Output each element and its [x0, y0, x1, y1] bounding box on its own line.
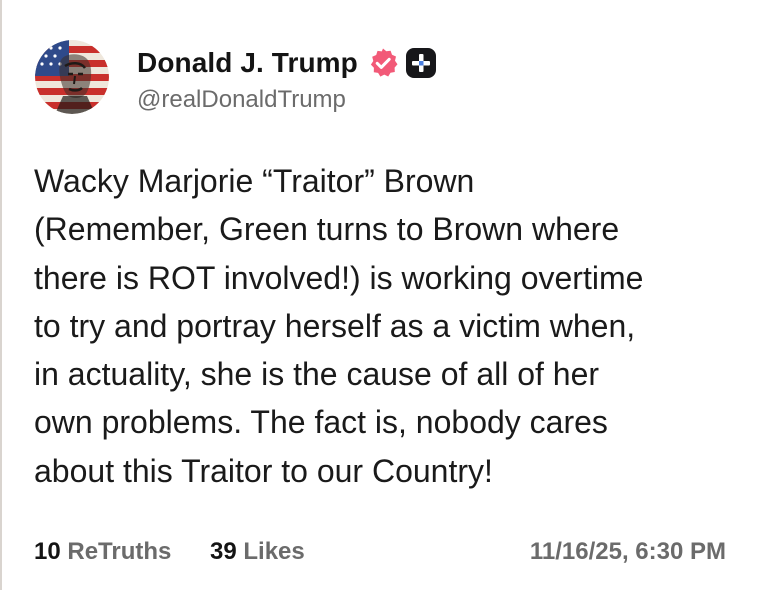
post-body-line: about this Traitor to our Country!: [34, 452, 493, 489]
retruths-count: 10: [34, 538, 61, 565]
author-name-row: Donald J. Trump: [137, 44, 437, 82]
post-body-line: own problems. The fact is, nobody cares: [34, 404, 608, 441]
post-body-line: in actuality, she is the cause of all of…: [34, 356, 600, 393]
post-timestamp[interactable]: 11/16/25, 6:30 PM: [530, 538, 726, 566]
post-body-line: Wacky Marjorie “Traitor” Brown: [34, 163, 475, 199]
post-body-text: Wacky Marjorie “Traitor” Brown (Remember…: [34, 157, 734, 495]
author-handle[interactable]: @realDonaldTrump: [137, 86, 437, 114]
retruths-stat[interactable]: 10 ReTruths: [34, 538, 171, 566]
post-body-line: to try and portray herself as a victim w…: [34, 307, 636, 344]
flag-portrait-avatar-icon: [35, 40, 109, 114]
likes-stat[interactable]: 39 Likes: [210, 538, 305, 566]
avatar[interactable]: [35, 40, 109, 114]
post-body-line: (Remember, Green turns to Brown where: [34, 211, 620, 248]
card-edge-divider: [0, 0, 2, 590]
post-body-line: there is ROT involved!) is working overt…: [34, 259, 644, 296]
verified-check-icon: [367, 47, 399, 79]
post-header: Donald J. Trump @realDonaldTrump: [137, 44, 437, 114]
retruths-label: ReTruths: [67, 538, 172, 565]
post-card: Donald J. Trump @realDonaldTrump Wacky M…: [0, 0, 760, 590]
likes-label: Likes: [243, 538, 305, 565]
likes-count: 39: [210, 538, 237, 565]
post-footer: 10 ReTruths 39 Likes 11/16/25, 6:30 PM: [34, 538, 726, 572]
plus-badge-icon: [405, 47, 437, 79]
author-display-name[interactable]: Donald J. Trump: [137, 47, 358, 79]
